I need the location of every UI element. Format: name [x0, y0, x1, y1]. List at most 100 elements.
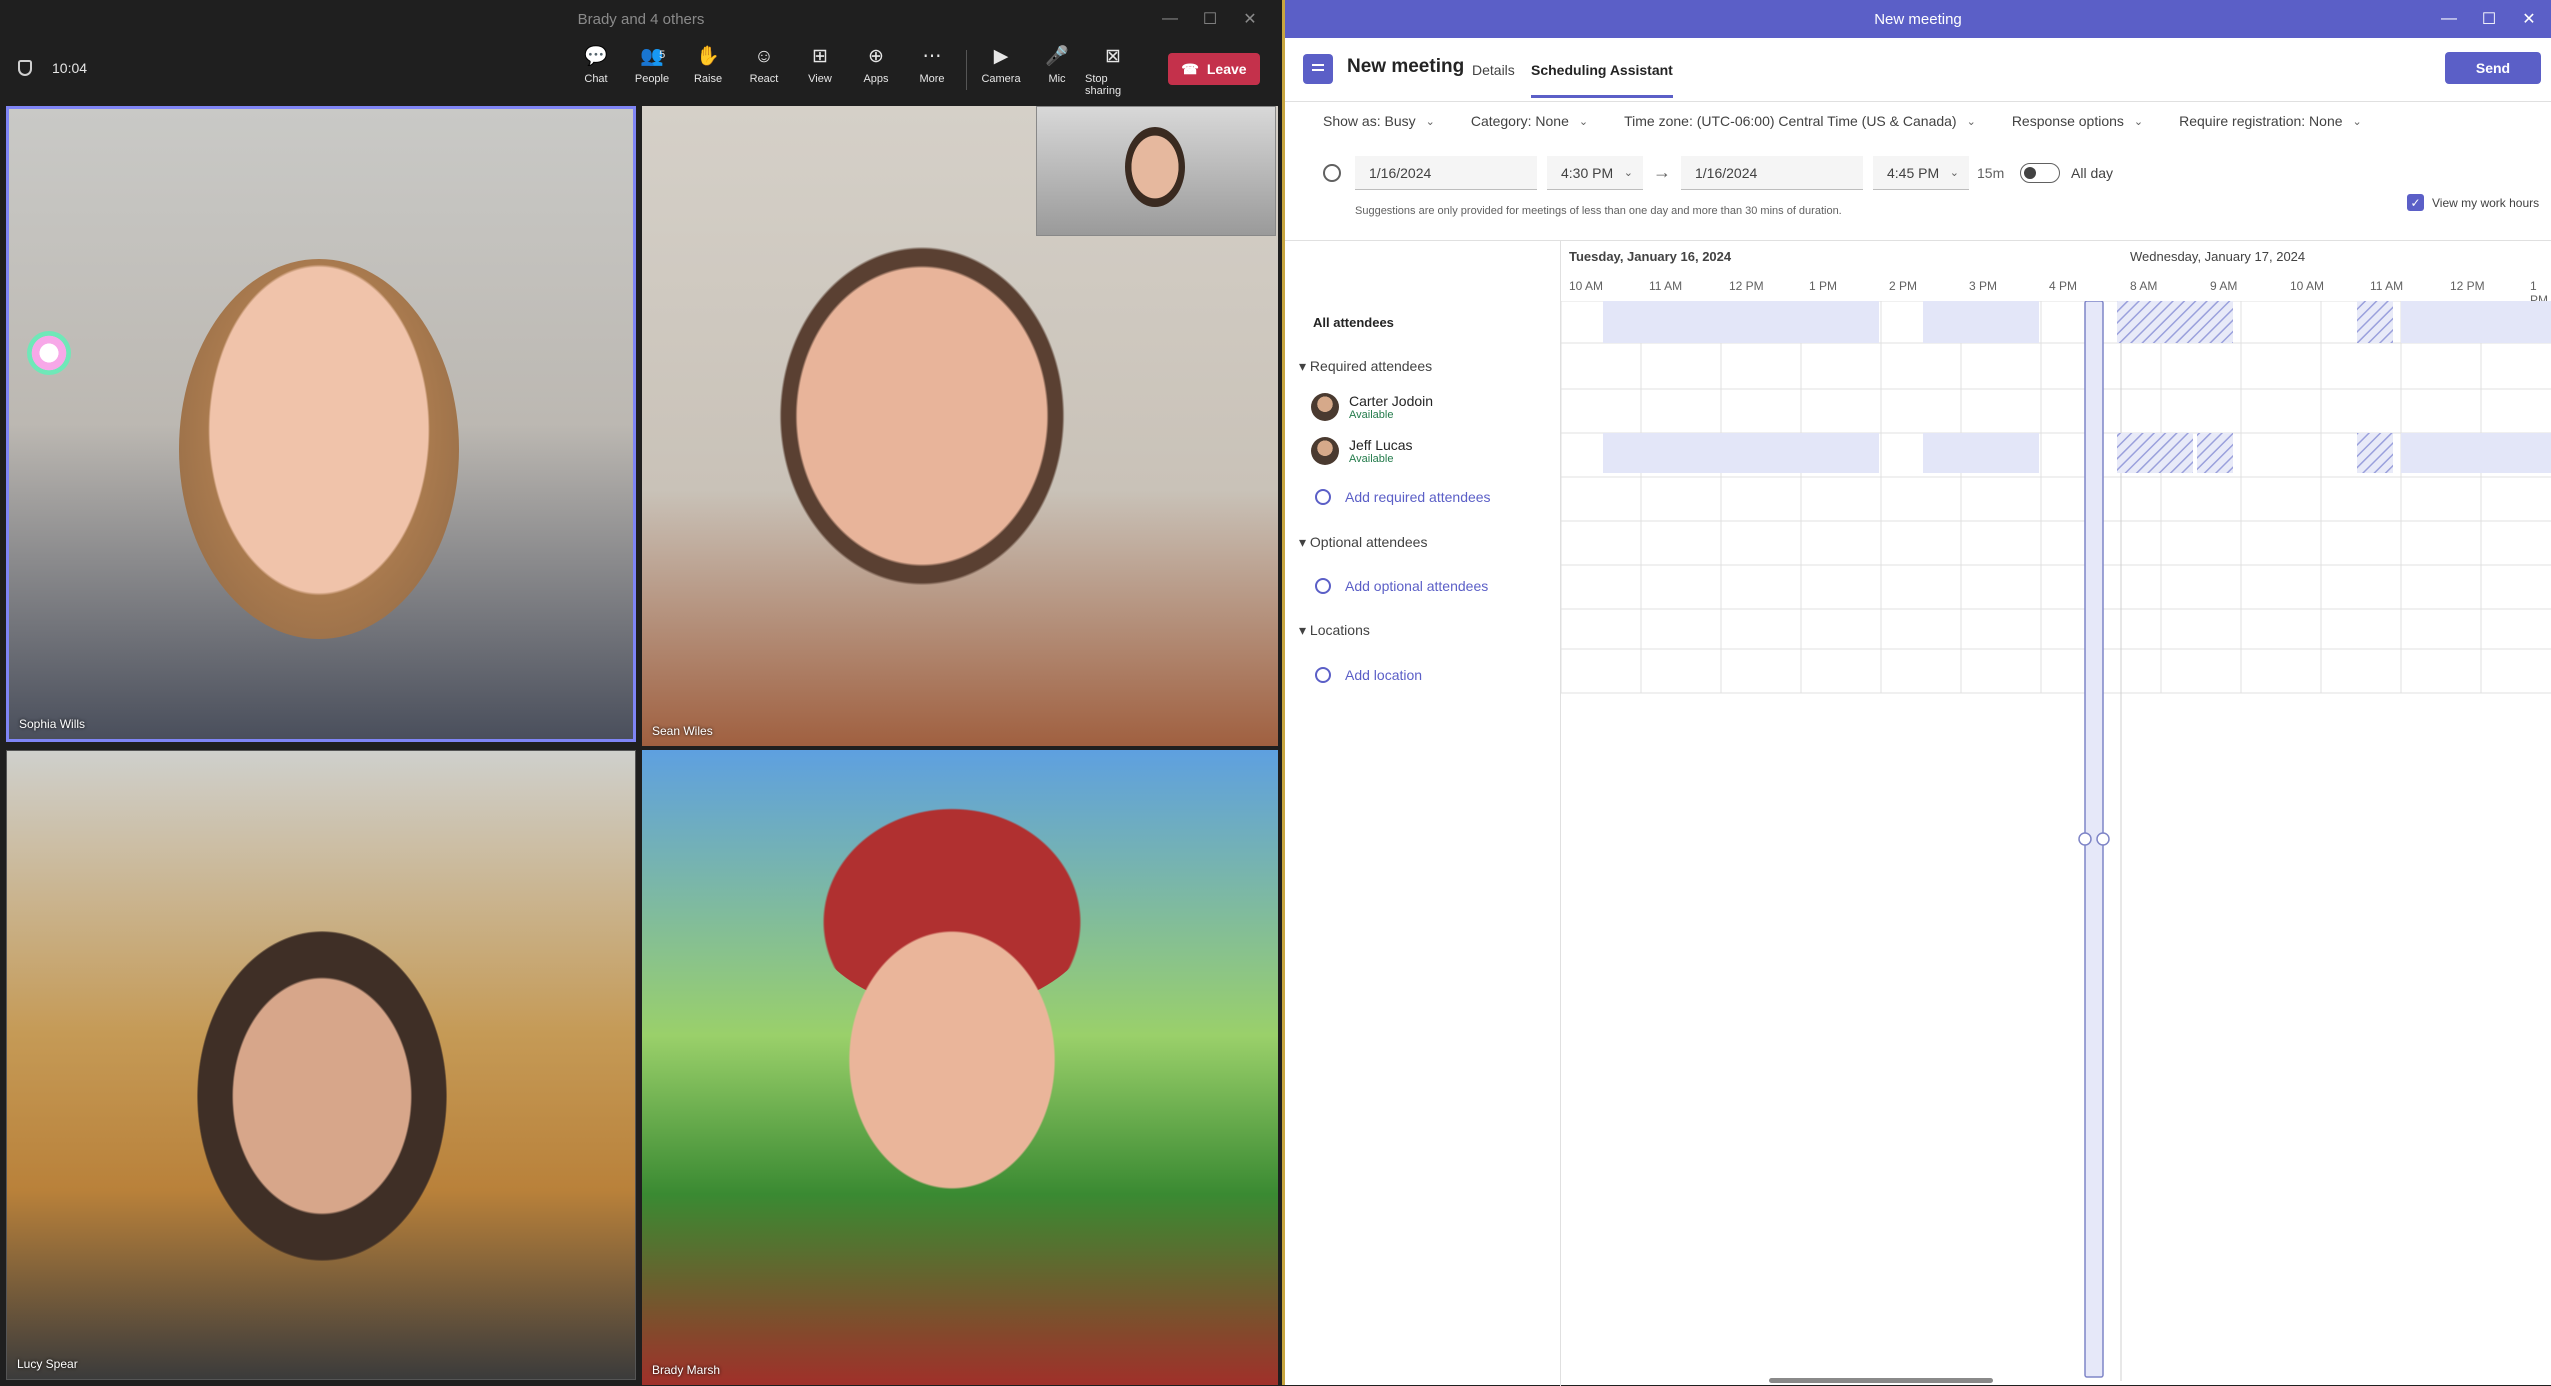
option-dropdown-4[interactable]: Require registration: None ⌄	[2179, 113, 2362, 129]
chevron-down-icon: ⌄	[1425, 115, 1435, 128]
tool-label: Chat	[584, 73, 608, 85]
hour-label: 12 PM	[1729, 279, 1764, 293]
call-timer: 10:04	[18, 60, 87, 76]
attendee-jeff[interactable]: Jeff Lucas Available	[1311, 437, 1413, 465]
video-tile-brady[interactable]: Brady Marsh	[642, 750, 1278, 1385]
option-dropdown-0[interactable]: Show as: Busy ⌄	[1323, 113, 1435, 129]
chevron-down-icon: ⌄	[2352, 115, 2362, 128]
participant-video	[197, 931, 447, 1261]
hour-label: 11 AM	[2370, 279, 2404, 293]
tab-details[interactable]: Details	[1472, 62, 1515, 78]
hour-label: 10 AM	[2290, 279, 2325, 293]
tool-label: Mic	[1048, 73, 1066, 85]
chevron-down-icon: ⌄	[1966, 115, 1976, 128]
participant-name: Sophia Wills	[19, 717, 86, 731]
call-duration: 10:04	[52, 60, 88, 76]
optional-attendees-section[interactable]: ▾ Optional attendees	[1299, 534, 1427, 551]
meeting-window-controls: — ☐ ✕	[2429, 0, 2549, 38]
camera-button[interactable]: ▶ Camera	[973, 46, 1029, 97]
video-tile-lucy[interactable]: Lucy Spear	[6, 750, 636, 1380]
view-button[interactable]: ⊞ View	[792, 46, 848, 97]
tentative-block	[2117, 301, 2233, 343]
tentative-block	[2357, 301, 2393, 343]
view-work-hours-checkbox[interactable]: ✓ View my work hours	[2407, 194, 2539, 211]
busy-block	[2401, 433, 2551, 473]
day-header-tuesday: Tuesday, January 16, 2024	[1569, 249, 1732, 264]
option-dropdown-3[interactable]: Response options ⌄	[2012, 113, 2143, 129]
clock-icon	[1323, 164, 1341, 182]
availability-grid[interactable]	[1561, 301, 2551, 1386]
all-day-toggle[interactable]	[2020, 163, 2060, 183]
hour-label: 9 AM	[2210, 279, 2238, 293]
start-time-field[interactable]: 4:30 PM ⌄	[1547, 156, 1643, 190]
stop-sharing-button[interactable]: ⊠ Stop sharing	[1085, 46, 1141, 97]
hour-label: 12 PM	[2450, 279, 2485, 293]
tab-scheduling-assistant[interactable]: Scheduling Assistant	[1531, 62, 1673, 98]
all-day-label: All day	[2071, 165, 2114, 181]
calendar-icon	[1303, 54, 1333, 84]
minimize-icon[interactable]: —	[2429, 10, 2469, 28]
close-icon[interactable]: ✕	[1230, 9, 1270, 29]
mic-button[interactable]: 🎤 Mic	[1029, 46, 1085, 97]
start-date-field[interactable]: 1/16/2024	[1355, 156, 1537, 190]
view-grid-icon: ⊞	[812, 46, 828, 67]
apps-button[interactable]: ⊕ Apps	[848, 46, 904, 97]
tool-label: View	[808, 73, 832, 85]
day-header-wednesday: Wednesday, January 17, 2024	[2130, 249, 2306, 264]
apps-icon: ⊕	[868, 46, 884, 67]
checkmark-icon: ✓	[2407, 194, 2424, 211]
hour-label: 3 PM	[1969, 279, 1998, 293]
option-dropdown-2[interactable]: Time zone: (UTC-06:00) Central Time (US …	[1624, 113, 1976, 129]
add-required-attendees-button[interactable]: Add required attendees	[1315, 489, 1491, 505]
self-video	[1125, 127, 1185, 207]
toolbar-divider	[966, 50, 967, 90]
leave-button[interactable]: ☎ Leave	[1168, 53, 1260, 85]
neon-light	[27, 331, 71, 375]
option-dropdown-1[interactable]: Category: None ⌄	[1471, 113, 1588, 129]
meeting-options-bar: Show as: Busy ⌄ Category: None ⌄ Time zone: …	[1285, 102, 2551, 140]
call-window-title: Brady and 4 others	[577, 10, 705, 28]
more-button[interactable]: ⋯ More	[904, 46, 960, 97]
participant-video	[179, 259, 459, 639]
video-tile-sophia[interactable]: Sophia Wills	[6, 106, 636, 742]
call-window-controls: — ☐ ✕	[1150, 0, 1270, 38]
minimize-icon[interactable]: —	[1150, 10, 1190, 28]
close-icon[interactable]: ✕	[2509, 9, 2549, 29]
chevron-down-icon: ⌄	[2133, 115, 2144, 128]
maximize-icon[interactable]: ☐	[1190, 9, 1230, 29]
people-button[interactable]: 👥 5 People	[624, 46, 680, 97]
stop-sharing-icon: ⊠	[1105, 46, 1121, 67]
locations-section[interactable]: ▾ Locations	[1299, 622, 1370, 639]
tentative-block	[2357, 433, 2393, 473]
busy-block	[1603, 301, 1879, 343]
arrow-right-icon: →	[1653, 162, 1671, 182]
tool-label: Raise	[693, 73, 723, 85]
send-button[interactable]: Send	[2445, 52, 2541, 84]
participant-name: Sean Wiles	[652, 724, 713, 738]
attendee-sidebar: All attendees ▾ Required attendees Carte…	[1285, 241, 1561, 1386]
required-attendees-section[interactable]: ▾ Required attendees	[1299, 358, 1432, 375]
tool-label: More	[919, 73, 945, 85]
hour-label: 8 AM	[2130, 279, 2158, 293]
participant-video	[762, 226, 1082, 606]
more-icon: ⋯	[922, 46, 942, 67]
end-date-field[interactable]: 1/16/2024	[1681, 156, 1863, 190]
meeting-window: New meeting — ☐ ✕ New meeting Details Sc…	[1282, 0, 2551, 1386]
meeting-header: New meeting Details Scheduling Assistant…	[1285, 38, 2551, 102]
tool-label: Apps	[863, 73, 889, 85]
all-attendees-label: All attendees	[1313, 315, 1394, 330]
option-label: Require registration: None	[2179, 113, 2343, 129]
self-view-video[interactable]	[1036, 106, 1276, 236]
attendee-carter[interactable]: Carter Jodoin Available	[1311, 393, 1433, 421]
raise-hand-icon: ✋	[696, 46, 720, 67]
react-button[interactable]: ☺ React	[736, 46, 792, 97]
add-location-button[interactable]: Add location	[1315, 667, 1422, 683]
chat-button[interactable]: 💬 Chat	[568, 46, 624, 97]
end-time-field[interactable]: 4:45 PM ⌄	[1873, 156, 1969, 190]
add-optional-attendees-button[interactable]: Add optional attendees	[1315, 578, 1488, 594]
horizontal-scrollbar[interactable]	[1769, 1378, 1993, 1383]
maximize-icon[interactable]: ☐	[2469, 9, 2509, 29]
participant-name: Brady Marsh	[652, 1363, 721, 1377]
hour-label: 4 PM	[2049, 279, 2078, 293]
raise-button[interactable]: ✋ Raise	[680, 46, 736, 97]
